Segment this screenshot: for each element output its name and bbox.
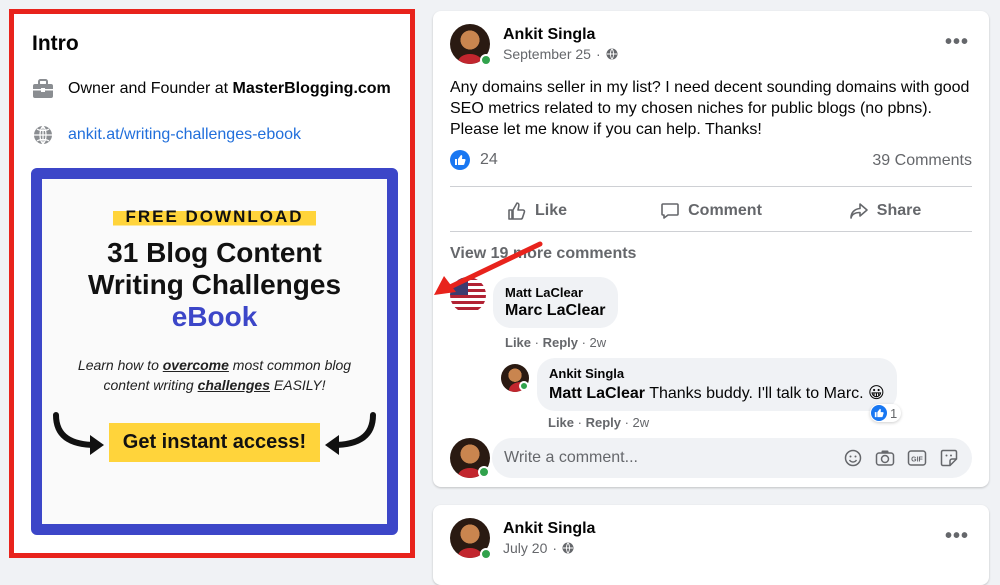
public-globe-icon bbox=[562, 542, 574, 554]
post-reactions[interactable]: 24 bbox=[450, 150, 498, 170]
post-text: Any domains seller in my list? I need de… bbox=[450, 79, 970, 138]
comment-button[interactable]: Comment bbox=[624, 191, 798, 231]
intro-title: Intro bbox=[32, 32, 79, 55]
intro-work-text: Owner and Founder at MasterBlogging.com bbox=[68, 80, 391, 97]
like-reaction-icon bbox=[871, 405, 887, 421]
reply-text: Matt LaClear Thanks buddy. I'll talk to … bbox=[549, 385, 885, 402]
post-card: Ankit Singla July 20 · ••• bbox=[433, 505, 989, 585]
globe-icon bbox=[32, 124, 54, 146]
emoji-icon[interactable] bbox=[842, 447, 864, 469]
intro-card: Intro Owner and Founder at MasterBloggin… bbox=[9, 9, 415, 558]
reply-bubble: Ankit Singla Matt LaClear Thanks buddy. … bbox=[537, 358, 897, 411]
share-button[interactable]: Share bbox=[798, 191, 972, 231]
promo-description: Learn how to overcome most common blog c… bbox=[77, 357, 352, 393]
like-button[interactable]: Like bbox=[450, 191, 624, 231]
online-status-dot bbox=[478, 466, 490, 478]
thumbs-up-icon bbox=[508, 202, 526, 220]
promo-title-line1: 31 Blog Content bbox=[107, 237, 322, 268]
dot-separator: · bbox=[552, 540, 558, 556]
promo-cta-row: Get instant access! bbox=[42, 412, 387, 467]
promo-title-line2: Writing Challenges bbox=[87, 269, 342, 300]
comment-count[interactable]: 39 Comments bbox=[872, 152, 972, 170]
gif-icon[interactable]: GIF bbox=[906, 447, 928, 469]
post-date[interactable]: July 20 bbox=[503, 540, 547, 556]
post-author-name[interactable]: Ankit Singla bbox=[503, 520, 595, 538]
like-reaction-icon bbox=[450, 150, 470, 170]
write-comment-box[interactable]: GIF bbox=[492, 438, 972, 478]
comment-icon bbox=[661, 203, 679, 219]
intro-website-row: ankit.at/writing-challenges-ebook bbox=[32, 124, 398, 146]
more-options-icon[interactable]: ••• bbox=[945, 525, 969, 548]
curved-arrow-right-icon bbox=[53, 412, 104, 455]
more-options-icon[interactable]: ••• bbox=[945, 31, 969, 54]
reply-mention[interactable]: Matt LaClear bbox=[549, 385, 645, 402]
post-actions-bar: Like Comment Share bbox=[450, 191, 972, 231]
comment-text: Marc LaClear bbox=[505, 302, 606, 320]
reply-reaction-badge[interactable]: 1 bbox=[870, 404, 902, 422]
intro-work-company[interactable]: MasterBlogging.com bbox=[233, 80, 391, 97]
svg-text:GIF: GIF bbox=[911, 457, 923, 464]
comment-meta: Like · Reply · 2w bbox=[505, 335, 607, 350]
post-meta: September 25 · bbox=[503, 46, 618, 62]
post-date[interactable]: September 25 bbox=[503, 46, 591, 62]
divider bbox=[450, 231, 972, 232]
comment-reply-link[interactable]: Reply bbox=[543, 335, 578, 350]
reply-reply-link[interactable]: Reply bbox=[586, 415, 621, 430]
camera-icon[interactable] bbox=[874, 447, 896, 469]
reply-meta: Like · Reply · 2w bbox=[548, 415, 650, 430]
briefcase-icon bbox=[32, 78, 54, 100]
intro-work-row: Owner and Founder at MasterBlogging.com bbox=[32, 78, 398, 100]
share-icon bbox=[849, 203, 868, 219]
online-status-dot bbox=[480, 548, 492, 560]
post-author-name[interactable]: Ankit Singla bbox=[503, 26, 595, 44]
public-globe-icon bbox=[606, 48, 618, 60]
comment-mention[interactable]: Marc LaClear bbox=[505, 302, 606, 319]
curved-arrow-left-icon bbox=[325, 412, 376, 455]
reaction-count: 24 bbox=[480, 151, 498, 168]
reply-time[interactable]: 2w bbox=[633, 415, 650, 430]
promo-highlight: FREE DOWNLOAD bbox=[113, 205, 316, 229]
comment-like-link[interactable]: Like bbox=[505, 335, 531, 350]
divider bbox=[450, 186, 972, 187]
reply-reaction-count: 1 bbox=[890, 405, 898, 421]
comment-input[interactable] bbox=[504, 449, 842, 467]
reply-like-link[interactable]: Like bbox=[548, 415, 574, 430]
comment-tools: GIF bbox=[842, 447, 960, 469]
online-status-dot bbox=[480, 54, 492, 66]
promo-title-line3: eBook bbox=[171, 301, 258, 332]
post-meta: July 20 · bbox=[503, 540, 574, 556]
annotation-arrow-icon bbox=[434, 241, 543, 295]
online-status-dot bbox=[519, 381, 529, 391]
dot-separator: · bbox=[595, 46, 601, 62]
intro-website-link[interactable]: ankit.at/writing-challenges-ebook bbox=[68, 126, 301, 144]
reply-author-name[interactable]: Ankit Singla bbox=[549, 366, 885, 381]
sticker-icon[interactable] bbox=[938, 447, 960, 469]
comment-time[interactable]: 2w bbox=[590, 335, 607, 350]
get-instant-access-button[interactable]: Get instant access! bbox=[108, 423, 321, 462]
ebook-promo-banner[interactable]: FREE DOWNLOAD 31 Blog Content Writing Ch… bbox=[31, 168, 398, 535]
